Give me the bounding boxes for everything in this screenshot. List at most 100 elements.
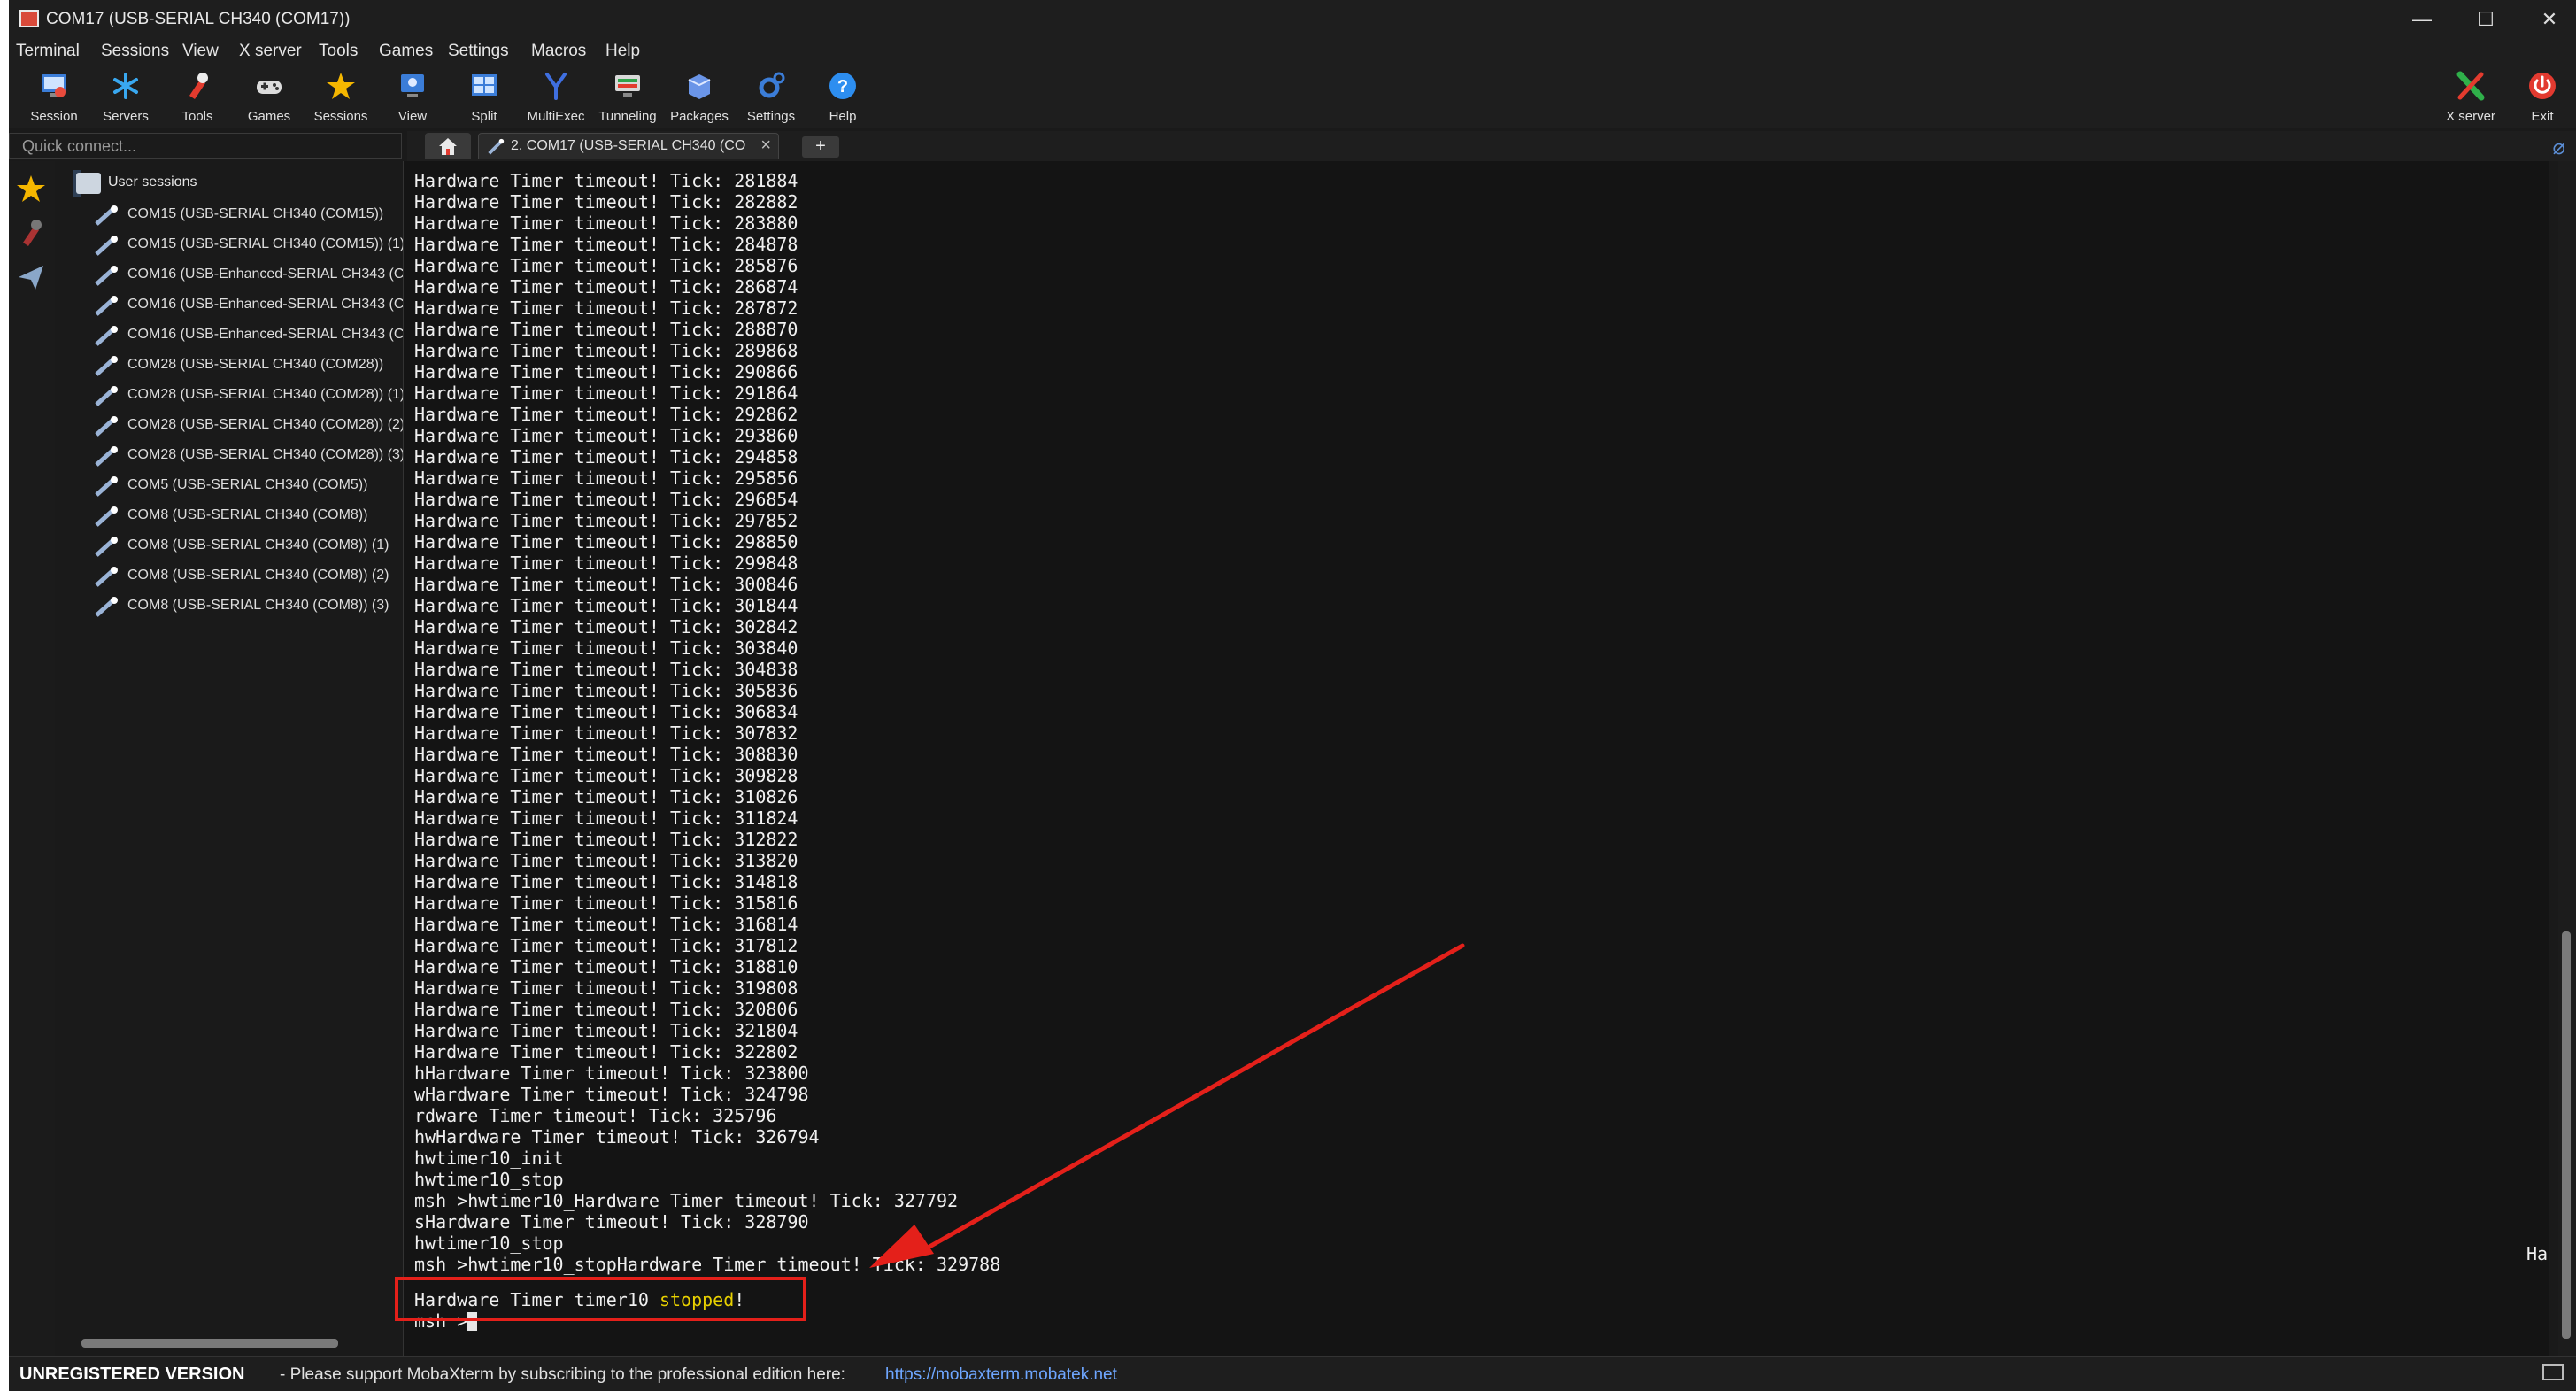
menu-view[interactable]: View bbox=[182, 42, 219, 61]
menu-games[interactable]: Games bbox=[379, 42, 433, 61]
terminal[interactable]: Hardware Timer timeout! Tick: 281884 Hard… bbox=[404, 161, 2549, 1356]
vertical-scrollbar[interactable] bbox=[2558, 161, 2576, 1356]
side-strip bbox=[9, 161, 56, 1356]
terminal-line: Hardware Timer timeout! Tick: 299848 bbox=[414, 553, 798, 574]
games-button[interactable]: Games bbox=[233, 67, 305, 126]
terminal-line: wHardware Timer timeout! Tick: 324798 bbox=[414, 1084, 809, 1105]
maximize-button[interactable]: ☐ bbox=[2466, 5, 2505, 34]
servers-button[interactable]: Servers bbox=[89, 67, 162, 126]
menu-settings[interactable]: Settings bbox=[448, 42, 509, 61]
terminal-line: hHardware Timer timeout! Tick: 323800 bbox=[414, 1063, 809, 1084]
games-label: Games bbox=[247, 109, 291, 124]
settings-button[interactable]: Settings bbox=[735, 67, 807, 126]
home-icon bbox=[439, 138, 457, 155]
session-item[interactable]: COM16 (USB-Enhanced-SERIAL CH343 (CO bbox=[94, 292, 404, 319]
terminal-line: Hardware Timer timeout! Tick: 321804 bbox=[414, 1020, 798, 1041]
session-item[interactable]: COM28 (USB-SERIAL CH340 (COM28)) (1) bbox=[94, 383, 403, 409]
new-tab-button[interactable]: + bbox=[802, 136, 839, 158]
session-label: COM16 (USB-Enhanced-SERIAL CH343 (CO bbox=[127, 267, 404, 282]
games-icon bbox=[257, 81, 282, 94]
view-button[interactable]: View bbox=[376, 67, 449, 126]
gear-icon bbox=[759, 72, 785, 98]
exit-label: Exit bbox=[2531, 109, 2554, 124]
horizontal-scrollbar[interactable] bbox=[81, 1339, 338, 1348]
menu-sessions[interactable]: Sessions bbox=[101, 42, 169, 61]
menu-tools[interactable]: Tools bbox=[319, 42, 358, 61]
user-sessions-folder[interactable]: User sessions bbox=[73, 170, 197, 197]
quick-connect-input[interactable] bbox=[10, 134, 401, 158]
terminal-line: Hardware Timer timeout! Tick: 291864 bbox=[414, 383, 798, 404]
menu-terminal[interactable]: Terminal bbox=[16, 42, 80, 61]
menu-macros[interactable]: Macros bbox=[531, 42, 586, 61]
menu-x-server[interactable]: X server bbox=[239, 42, 302, 61]
session-item[interactable]: COM8 (USB-SERIAL CH340 (COM8)) (3) bbox=[94, 593, 403, 620]
terminal-line: Hardware Timer timeout! Tick: 300846 bbox=[414, 574, 798, 595]
menu-bar: Terminal Sessions View X server Tools Ga… bbox=[9, 39, 2576, 66]
terminal-fragment: Ha bbox=[2526, 1243, 2549, 1264]
split-button[interactable]: Split bbox=[448, 67, 521, 126]
session-item[interactable]: COM5 (USB-SERIAL CH340 (COM5)) bbox=[94, 473, 403, 499]
terminal-line: Hardware Timer timeout! Tick: 318810 bbox=[414, 956, 798, 978]
close-button[interactable]: ✕ bbox=[2530, 5, 2569, 34]
session-item[interactable]: COM28 (USB-SERIAL CH340 (COM28)) bbox=[94, 352, 403, 379]
tab-com17[interactable]: 2. COM17 (USB-SERIAL CH340 (CO × bbox=[478, 133, 779, 159]
tunneling-button[interactable]: Tunneling bbox=[591, 67, 664, 126]
terminal-line: Hardware Timer timeout! Tick: 297852 bbox=[414, 510, 798, 531]
minimize-button[interactable]: — bbox=[2402, 5, 2441, 34]
settings-label: Settings bbox=[746, 109, 796, 124]
terminal-line: sHardware Timer timeout! Tick: 328790 bbox=[414, 1211, 809, 1233]
x-server-button[interactable]: X server bbox=[2434, 67, 2507, 126]
unregistered-label: UNREGISTERED VERSION bbox=[19, 1364, 245, 1384]
multiexec-button[interactable]: MultiExec bbox=[520, 67, 592, 126]
session-item[interactable]: COM28 (USB-SERIAL CH340 (COM28)) (2) bbox=[94, 413, 403, 439]
mobaxterm-link[interactable]: https://mobaxterm.mobatek.net bbox=[885, 1365, 1117, 1385]
tab-strip: 2. COM17 (USB-SERIAL CH340 (CO × + ⌀ bbox=[407, 131, 2576, 161]
session-item[interactable]: COM15 (USB-SERIAL CH340 (COM15)) bbox=[94, 202, 403, 228]
view-label: View bbox=[397, 109, 428, 124]
terminal-line: Hardware Timer timeout! Tick: 294858 bbox=[414, 446, 798, 468]
star-icon[interactable] bbox=[16, 174, 46, 204]
serial-plug-icon bbox=[95, 326, 118, 346]
session-item[interactable]: COM8 (USB-SERIAL CH340 (COM8)) (1) bbox=[94, 533, 403, 560]
terminal-line: hwtimer10_init bbox=[414, 1148, 564, 1169]
terminal-line: Hardware Timer timeout! Tick: 320806 bbox=[414, 999, 798, 1020]
sessions-button[interactable]: Sessions bbox=[305, 67, 377, 126]
home-tab[interactable] bbox=[425, 133, 471, 159]
tools-icon[interactable] bbox=[16, 218, 46, 248]
help-button[interactable]: ? Help bbox=[806, 67, 879, 126]
session-item[interactable]: COM16 (USB-Enhanced-SERIAL CH343 (CO bbox=[94, 262, 404, 289]
monitor-icon[interactable] bbox=[2542, 1364, 2564, 1380]
scrollbar-thumb[interactable] bbox=[2562, 931, 2571, 1339]
terminal-line: Hardware Timer timeout! Tick: 322802 bbox=[414, 1041, 798, 1063]
tools-button[interactable]: Tools bbox=[161, 67, 234, 126]
session-label: COM16 (USB-Enhanced-SERIAL CH343 (CO bbox=[127, 297, 404, 312]
terminal-line: Hardware Timer timeout! Tick: 293860 bbox=[414, 425, 798, 446]
send-icon[interactable] bbox=[16, 262, 46, 292]
packages-button[interactable]: Packages bbox=[663, 67, 736, 126]
terminal-line: Hardware Timer timeout! Tick: 285876 bbox=[414, 255, 798, 276]
paperclip-icon[interactable]: ⌀ bbox=[2553, 135, 2565, 160]
serial-plug-icon bbox=[95, 597, 118, 617]
packages-icon bbox=[688, 74, 711, 99]
session-item[interactable]: COM16 (USB-Enhanced-SERIAL CH343 (CO bbox=[94, 322, 404, 349]
tunneling-icon bbox=[615, 75, 640, 97]
serial-plug-icon bbox=[95, 416, 118, 437]
terminal-line: Hardware Timer timeout! Tick: 303840 bbox=[414, 638, 798, 659]
terminal-line: hwHardware Timer timeout! Tick: 326794 bbox=[414, 1126, 820, 1148]
terminal-line: Hardware Timer timeout! Tick: 310826 bbox=[414, 786, 798, 808]
session-item[interactable]: COM8 (USB-SERIAL CH340 (COM8)) bbox=[94, 503, 403, 529]
session-item[interactable]: COM15 (USB-SERIAL CH340 (COM15)) (1) bbox=[94, 232, 403, 259]
terminal-line: Hardware Timer timeout! Tick: 281884 bbox=[414, 170, 798, 191]
session-button[interactable]: Session bbox=[18, 67, 90, 126]
session-label: COM8 (USB-SERIAL CH340 (COM8)) bbox=[127, 507, 368, 522]
tab-close-icon[interactable]: × bbox=[760, 135, 771, 156]
serial-plug-icon bbox=[95, 386, 118, 406]
session-item[interactable]: COM8 (USB-SERIAL CH340 (COM8)) (2) bbox=[94, 563, 403, 590]
session-label: COM16 (USB-Enhanced-SERIAL CH343 (CO bbox=[127, 327, 404, 342]
terminal-line: Hardware Timer timeout! Tick: 290866 bbox=[414, 361, 798, 383]
menu-help[interactable]: Help bbox=[605, 42, 640, 61]
session-item[interactable]: COM28 (USB-SERIAL CH340 (COM28)) (3) bbox=[94, 443, 403, 469]
view-icon bbox=[401, 74, 424, 97]
exit-button[interactable]: Exit bbox=[2506, 67, 2576, 126]
terminal-line: Hardware Timer timeout! Tick: 301844 bbox=[414, 595, 798, 616]
